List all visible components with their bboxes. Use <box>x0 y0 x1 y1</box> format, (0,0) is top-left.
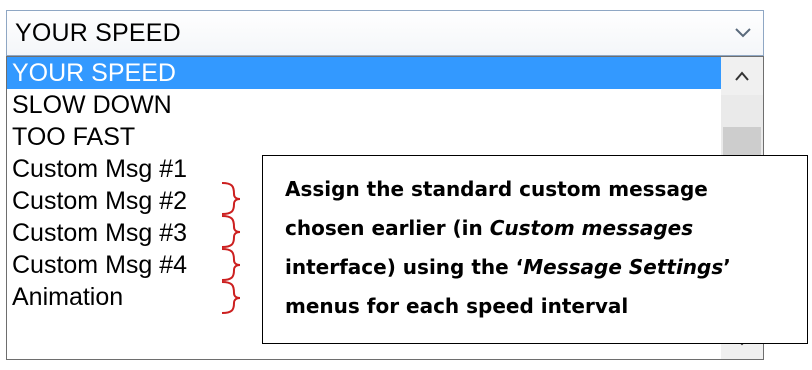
callout-line-1: Assign the standard custom message <box>285 177 708 201</box>
red-brace-icon <box>221 248 241 281</box>
callout-line-2: chosen earlier (in Custom messages <box>285 216 694 240</box>
red-brace-icon <box>221 281 241 314</box>
callout-line-3: interface) using the ‘Message Settings’ <box>285 255 731 279</box>
callout-line-4: menus for each speed interval <box>285 294 629 318</box>
red-brace-icon <box>221 215 241 248</box>
red-brace-icon <box>221 182 241 215</box>
callout-box: Assign the standard custom message chose… <box>262 155 808 344</box>
screenshot: YOUR SPEED YOUR SPEED SLOW DOWN TOO FAST… <box>0 0 812 370</box>
